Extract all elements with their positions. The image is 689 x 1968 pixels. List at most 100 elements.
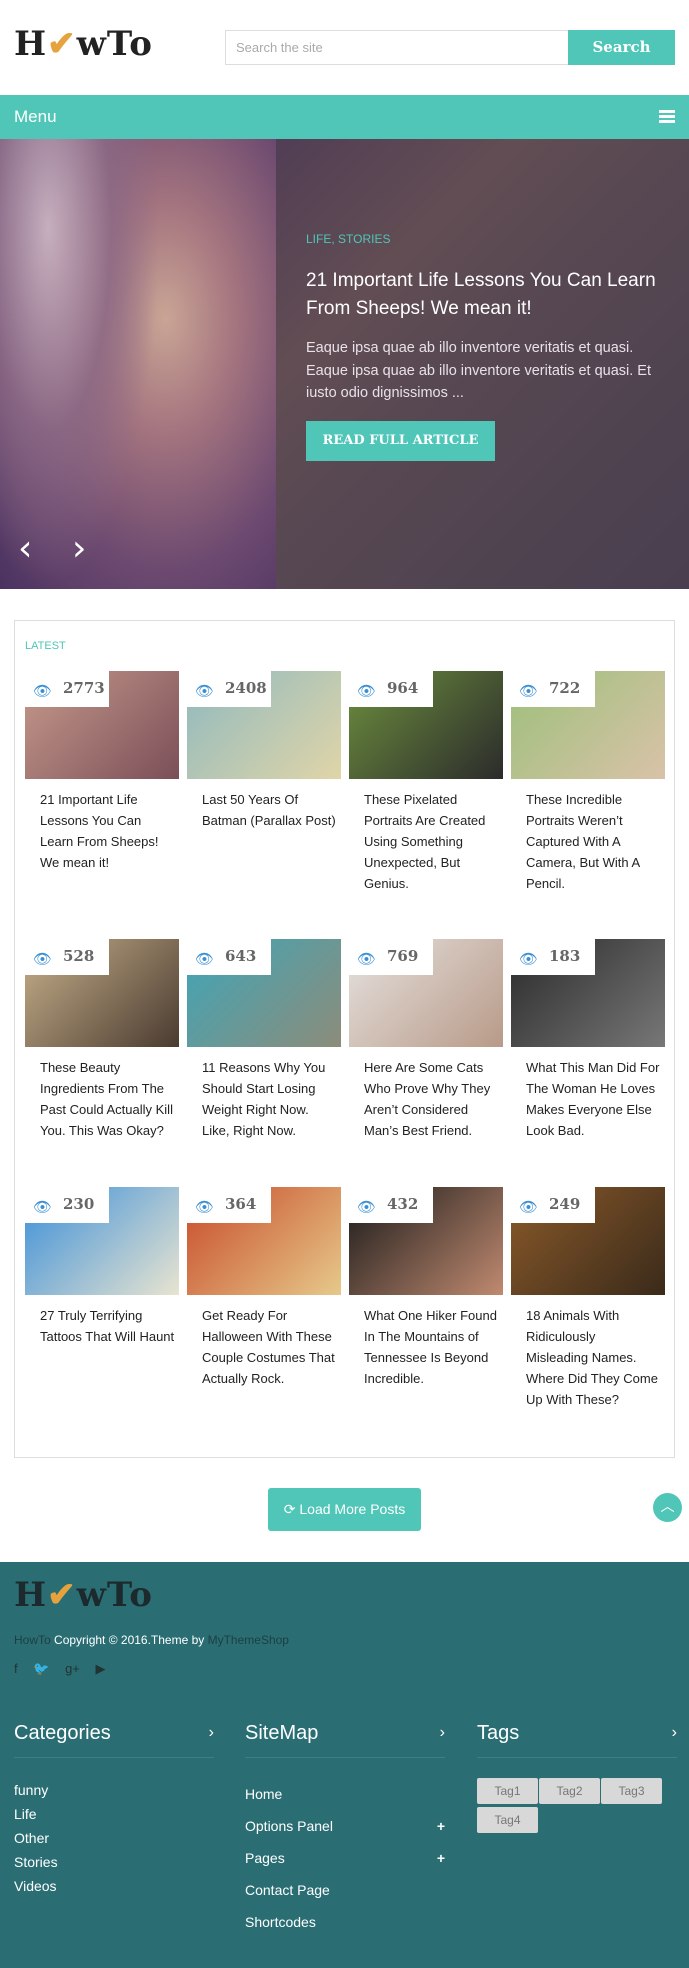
hero-title[interactable]: 21 Important Life Lessons You Can Learn … [306, 267, 676, 323]
view-count: 432 [387, 1195, 419, 1213]
tag-link[interactable]: Tag4 [477, 1807, 538, 1833]
eye-icon: 👁 [195, 1199, 215, 1216]
category-link[interactable]: Life [14, 1802, 214, 1826]
post-card[interactable]: 👁 964 These Pixelated Portraits Are Create… [349, 671, 503, 894]
menu-label[interactable]: Menu [14, 107, 57, 127]
categories-heading: Categories › [14, 1722, 214, 1758]
post-thumbnail[interactable]: 👁 964 [349, 671, 503, 779]
post-title[interactable]: 18 Animals With Ridiculously Misleading … [511, 1305, 665, 1410]
post-card[interactable]: 👁 2408 Last 50 Years Of Batman (Parallax P… [187, 671, 341, 831]
post-title[interactable]: 27 Truly Terrifying Tattoos That Will Ha… [25, 1305, 179, 1347]
view-count: 2408 [225, 679, 267, 697]
slider-prev-icon[interactable]: ‹ [18, 531, 32, 567]
post-title[interactable]: These Beauty Ingredients From The Past C… [25, 1057, 179, 1141]
facebook-icon[interactable]: f [14, 1661, 18, 1676]
post-thumbnail[interactable]: 👁 769 [349, 939, 503, 1047]
post-card[interactable]: 👁 2773 21 Important Life Lessons You Can L… [25, 671, 179, 873]
post-thumbnail[interactable]: 👁 643 [187, 939, 341, 1047]
post-card[interactable]: 👁 364 Get Ready For Halloween With These C… [187, 1187, 341, 1389]
google-plus-icon[interactable]: g+ [65, 1661, 80, 1676]
post-thumbnail[interactable]: 👁 183 [511, 939, 665, 1047]
latest-label: LATEST [25, 640, 66, 652]
copyright-site-link[interactable]: HowTo [14, 1633, 51, 1647]
eye-icon: 👁 [33, 1199, 53, 1216]
sitemap-link[interactable]: Options Panel + [245, 1810, 445, 1842]
footer-logo[interactable]: H✔wTo [14, 1575, 153, 1615]
sitemap-link[interactable]: Shortcodes [245, 1906, 445, 1938]
chevron-right-icon: › [439, 1724, 445, 1741]
post-title[interactable]: 21 Important Life Lessons You Can Learn … [25, 789, 179, 873]
view-count: 964 [387, 679, 419, 697]
footer-sitemap: SiteMap › Home Options Panel + Pages + Contact… [245, 1722, 445, 1938]
slider-next-icon[interactable]: › [72, 531, 86, 567]
post-thumbnail[interactable]: 👁 249 [511, 1187, 665, 1295]
post-title[interactable]: Last 50 Years Of Batman (Parallax Post) [187, 789, 341, 831]
expand-plus-icon[interactable]: + [437, 1810, 445, 1842]
category-link[interactable]: Stories [14, 1850, 214, 1874]
copyright-text: Copyright © 2016.Theme by [50, 1633, 208, 1647]
post-thumbnail[interactable]: 👁 722 [511, 671, 665, 779]
post-title[interactable]: What This Man Did For The Woman He Loves… [511, 1057, 665, 1141]
site-logo[interactable]: H✔wTo [14, 24, 153, 64]
eye-icon: 👁 [195, 951, 215, 968]
theme-link[interactable]: MyThemeShop [208, 1633, 289, 1647]
view-count-badge: 👁 249 [511, 1187, 595, 1223]
post-thumbnail[interactable]: 👁 364 [187, 1187, 341, 1295]
youtube-icon[interactable]: ▶ [96, 1661, 106, 1676]
post-thumbnail[interactable]: 👁 230 [25, 1187, 179, 1295]
view-count-badge: 👁 2773 [25, 671, 109, 707]
search-input[interactable]: Search the site [225, 30, 569, 65]
social-links: f 🐦 g+ ▶ [14, 1661, 118, 1677]
post-title[interactable]: These Pixelated Portraits Are Created Us… [349, 789, 503, 894]
post-title[interactable]: Get Ready For Halloween With These Coupl… [187, 1305, 341, 1389]
post-card[interactable]: 👁 528 These Beauty Ingredients From The Pa… [25, 939, 179, 1141]
post-card[interactable]: 👁 230 27 Truly Terrifying Tattoos That Wil… [25, 1187, 179, 1347]
footer-tags: Tags › Tag1 Tag2 Tag3 Tag4 [477, 1722, 677, 1836]
tag-link[interactable]: Tag3 [601, 1778, 662, 1804]
expand-plus-icon[interactable]: + [437, 1842, 445, 1874]
sitemap-link[interactable]: Home [245, 1778, 445, 1810]
eye-icon: 👁 [33, 951, 53, 968]
hamburger-icon[interactable] [659, 110, 675, 123]
post-thumbnail[interactable]: 👁 2408 [187, 671, 341, 779]
post-card[interactable]: 👁 432 What One Hiker Found In The Mountain… [349, 1187, 503, 1389]
view-count: 183 [549, 947, 581, 965]
post-thumbnail[interactable]: 👁 432 [349, 1187, 503, 1295]
post-card[interactable]: 👁 643 11 Reasons Why You Should Start Losi… [187, 939, 341, 1141]
sitemap-heading: SiteMap › [245, 1722, 445, 1758]
post-thumbnail[interactable]: 👁 528 [25, 939, 179, 1047]
load-more-button[interactable]: ⟳ Load More Posts [268, 1488, 421, 1531]
view-count-badge: 👁 722 [511, 671, 595, 707]
checkmark-icon: ✔ [47, 24, 77, 64]
refresh-icon: ⟳ [283, 1501, 296, 1517]
chevron-right-icon: › [671, 1724, 677, 1741]
hero-category[interactable]: LIFE, STORIES [306, 232, 390, 246]
post-title[interactable]: These Incredible Portraits Weren’t Captu… [511, 789, 665, 894]
search-button[interactable]: Search [568, 30, 675, 65]
sitemap-link[interactable]: Contact Page [245, 1874, 445, 1906]
view-count-badge: 👁 769 [349, 939, 433, 975]
eye-icon: 👁 [357, 683, 377, 700]
view-count: 230 [63, 1195, 95, 1213]
read-full-article-button[interactable]: READ FULL ARTICLE [306, 421, 495, 461]
sitemap-link[interactable]: Pages + [245, 1842, 445, 1874]
category-link[interactable]: Other [14, 1826, 214, 1850]
post-title[interactable]: What One Hiker Found In The Mountains of… [349, 1305, 503, 1389]
tag-link[interactable]: Tag1 [477, 1778, 538, 1804]
post-card[interactable]: 👁 183 What This Man Did For The Woman He L… [511, 939, 665, 1141]
post-card[interactable]: 👁 722 These Incredible Portraits Weren’t C… [511, 671, 665, 894]
tag-link[interactable]: Tag2 [539, 1778, 600, 1804]
menu-bar: Menu [0, 95, 689, 139]
post-card[interactable]: 👁 769 Here Are Some Cats Who Prove Why The… [349, 939, 503, 1141]
post-title[interactable]: 11 Reasons Why You Should Start Losing W… [187, 1057, 341, 1141]
twitter-icon[interactable]: 🐦 [33, 1661, 49, 1676]
post-thumbnail[interactable]: 👁 2773 [25, 671, 179, 779]
scroll-to-top-icon[interactable]: ︿ [653, 1493, 682, 1522]
tags-heading: Tags › [477, 1722, 677, 1758]
category-link[interactable]: Videos [14, 1874, 214, 1898]
post-title[interactable]: Here Are Some Cats Who Prove Why They Ar… [349, 1057, 503, 1141]
post-card[interactable]: 👁 249 18 Animals With Ridiculously Mislead… [511, 1187, 665, 1410]
category-link[interactable]: funny [14, 1778, 214, 1802]
hero-image [0, 139, 276, 589]
view-count-badge: 👁 364 [187, 1187, 271, 1223]
